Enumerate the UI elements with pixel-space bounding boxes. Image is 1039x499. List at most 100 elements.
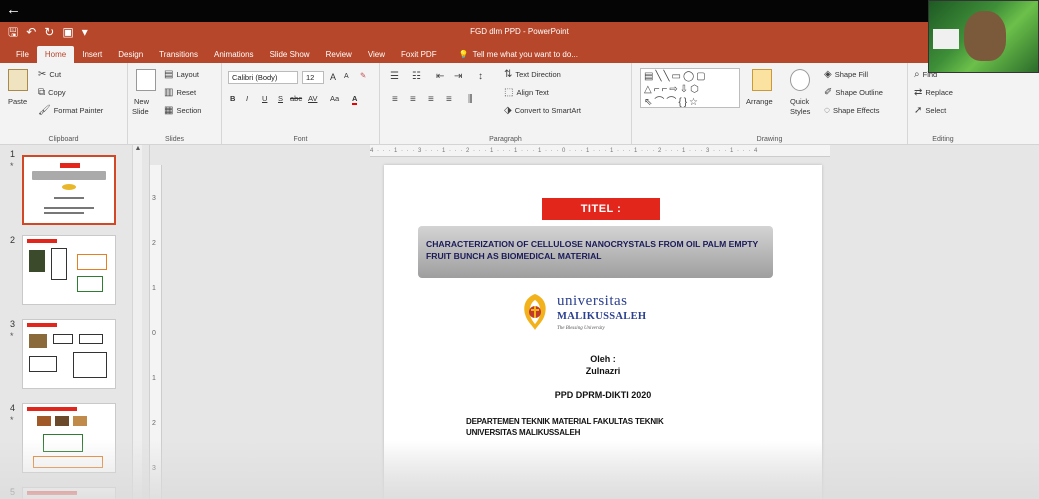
quick-styles-label2[interactable]: Styles [790, 107, 810, 116]
paste-icon[interactable] [8, 69, 28, 91]
department-block[interactable]: DEPARTEMEN TEKNIK MATERIAL FAKULTAS TEKN… [466, 416, 664, 438]
tab-review[interactable]: Review [318, 46, 360, 63]
program-label[interactable]: PPD DPRM-DIKTI 2020 [384, 390, 822, 400]
clear-formatting-icon[interactable]: ✎ [360, 71, 366, 80]
change-case-button[interactable]: Aa [330, 94, 339, 103]
department-line-1: DEPARTEMEN TEKNIK MATERIAL FAKULTAS TEKN… [466, 417, 664, 426]
paste-button[interactable]: Paste [8, 97, 27, 106]
thumb-header [27, 323, 57, 327]
thumbnails-scrollbar[interactable]: ▲ [132, 145, 142, 499]
back-arrow-icon[interactable]: ← [6, 1, 21, 19]
vruler-mark: 1 [152, 375, 156, 382]
shapes-gallery[interactable]: ▤╲╲▭◯▢ △⌐⌐⇨⇩⬡ ⇖⌒⌒{}☆ [640, 68, 740, 108]
shape-fill-button[interactable]: ◈ Shape Fill [824, 69, 868, 80]
tab-transitions[interactable]: Transitions [151, 46, 206, 63]
copy-button[interactable]: ⧉ Copy [38, 87, 66, 98]
thumb-line [44, 212, 84, 214]
increase-indent-button[interactable]: ⇥ [454, 71, 462, 82]
arrange-button[interactable]: Arrange [746, 97, 773, 106]
character-spacing-button[interactable]: AV [308, 94, 317, 103]
tab-animations[interactable]: Animations [206, 46, 262, 63]
font-label: Font [293, 136, 308, 143]
thumb-logo [62, 184, 76, 190]
top-strip: ← [0, 0, 1039, 22]
new-slide-icon[interactable] [136, 69, 156, 91]
slide-number-4: 4 [10, 403, 16, 413]
new-slide-label2[interactable]: Slide [132, 107, 149, 116]
align-text-button[interactable]: ⬚ Align Text [504, 87, 549, 98]
tab-design[interactable]: Design [110, 46, 151, 63]
text-direction-button[interactable]: ⇅ Text Direction [504, 69, 561, 80]
scroll-up-icon[interactable]: ▲ [133, 145, 143, 155]
slide-thumbnail-2[interactable] [22, 235, 116, 305]
slide-thumbnail-3[interactable] [22, 319, 116, 389]
layout-button[interactable]: ▤ Layout [164, 69, 199, 80]
university-logo[interactable]: universitas MALIKUSSALEH The Blessing Un… [519, 290, 679, 342]
format-painter-button[interactable]: 🖌 Format Painter [38, 105, 103, 116]
author-block[interactable]: Oleh : Zulnazri [384, 353, 822, 377]
oleh-label: Oleh : [590, 354, 616, 364]
slide-thumbnail-1[interactable] [22, 155, 116, 225]
slide-number-2: 2 [10, 235, 16, 245]
convert-smartart-button[interactable]: ⬗ Convert to SmartArt [504, 105, 581, 116]
tab-file[interactable]: File [8, 46, 37, 63]
thumb-box [53, 334, 73, 344]
replace-label: Replace [925, 88, 953, 97]
vruler-mark: 1 [152, 285, 156, 292]
font-family-select[interactable]: Calibri (Body) [228, 71, 298, 84]
outdent-icon: ⇥ [454, 71, 463, 82]
author-name: Zulnazri [585, 366, 621, 376]
cut-button[interactable]: ✂ Cut [38, 69, 61, 80]
vruler-mark: 2 [152, 240, 156, 247]
tab-foxit-pdf[interactable]: Foxit PDF [393, 46, 445, 63]
line-spacing-button[interactable]: ↕ [478, 71, 483, 82]
slide-titel-label[interactable]: TITEL : [542, 198, 660, 220]
decrease-indent-button[interactable]: ⇤ [436, 71, 444, 82]
section-button[interactable]: ▦ Section [164, 105, 201, 116]
shadow-button[interactable]: S [278, 94, 283, 103]
tab-view[interactable]: View [360, 46, 393, 63]
underline-button[interactable]: U [262, 94, 267, 103]
justify-button[interactable]: ≡ [446, 94, 452, 105]
italic-button[interactable]: I [246, 94, 248, 103]
font-size-select[interactable]: 12 [302, 71, 324, 84]
slide-thumbnail-4[interactable] [22, 403, 116, 473]
shape-effects-button[interactable]: ◌ Shape Effects [824, 105, 880, 116]
slide-thumbnail-5[interactable] [22, 487, 116, 499]
align-left-button[interactable]: ≡ [392, 94, 398, 105]
shape-outline-button[interactable]: ✐ Shape Outline [824, 87, 883, 98]
quick-styles-button[interactable]: Quick [790, 97, 809, 106]
reset-icon: ▥ [164, 87, 174, 98]
select-button[interactable]: ➚ Select [914, 105, 946, 116]
tab-insert[interactable]: Insert [74, 46, 110, 63]
new-slide-button[interactable]: New [134, 97, 149, 106]
slide-animation-star-1: * [10, 161, 14, 171]
strikethrough-button[interactable]: abc [290, 94, 302, 103]
reset-button[interactable]: ▥ Reset [164, 87, 196, 98]
shrink-font-button[interactable]: A [344, 73, 349, 80]
grow-font-button[interactable]: A [330, 72, 336, 82]
bold-button[interactable]: B [230, 94, 235, 103]
arrange-icon[interactable] [752, 69, 772, 91]
select-label: Select [925, 106, 947, 115]
quick-styles-icon[interactable] [790, 69, 810, 91]
vruler-mark: 0 [152, 330, 156, 337]
slide-title-box[interactable]: CHARACTERIZATION OF CELLULOSE NANOCRYSTA… [418, 226, 773, 278]
editing-label: Editing [932, 136, 954, 143]
bullets-button[interactable]: ☰ [390, 71, 399, 82]
align-right-button[interactable]: ≡ [428, 94, 434, 105]
align-center-button[interactable]: ≡ [410, 94, 416, 105]
columns-icon: ⫼ [468, 94, 473, 105]
window-title: FGD dlm PPD - PowerPoint [470, 27, 569, 36]
replace-button[interactable]: ⇄ Replace [914, 87, 953, 98]
slide-number-5: 5 [10, 487, 16, 497]
columns-button[interactable]: ⫼ [468, 94, 473, 105]
tab-home[interactable]: Home [36, 46, 75, 63]
font-color-button[interactable]: A [352, 94, 358, 105]
slide-number-1: 1 [10, 149, 16, 159]
ribbon-tabs: File Home Insert Design Transitions Anim… [0, 42, 1039, 63]
numbering-button[interactable]: ☷ [412, 71, 421, 82]
tab-slide-show[interactable]: Slide Show [262, 46, 318, 63]
tell-me-box[interactable]: 💡 Tell me what you want to do... [445, 46, 578, 63]
slide-canvas[interactable]: TITEL : CHARACTERIZATION OF CELLULOSE NA… [384, 165, 822, 499]
